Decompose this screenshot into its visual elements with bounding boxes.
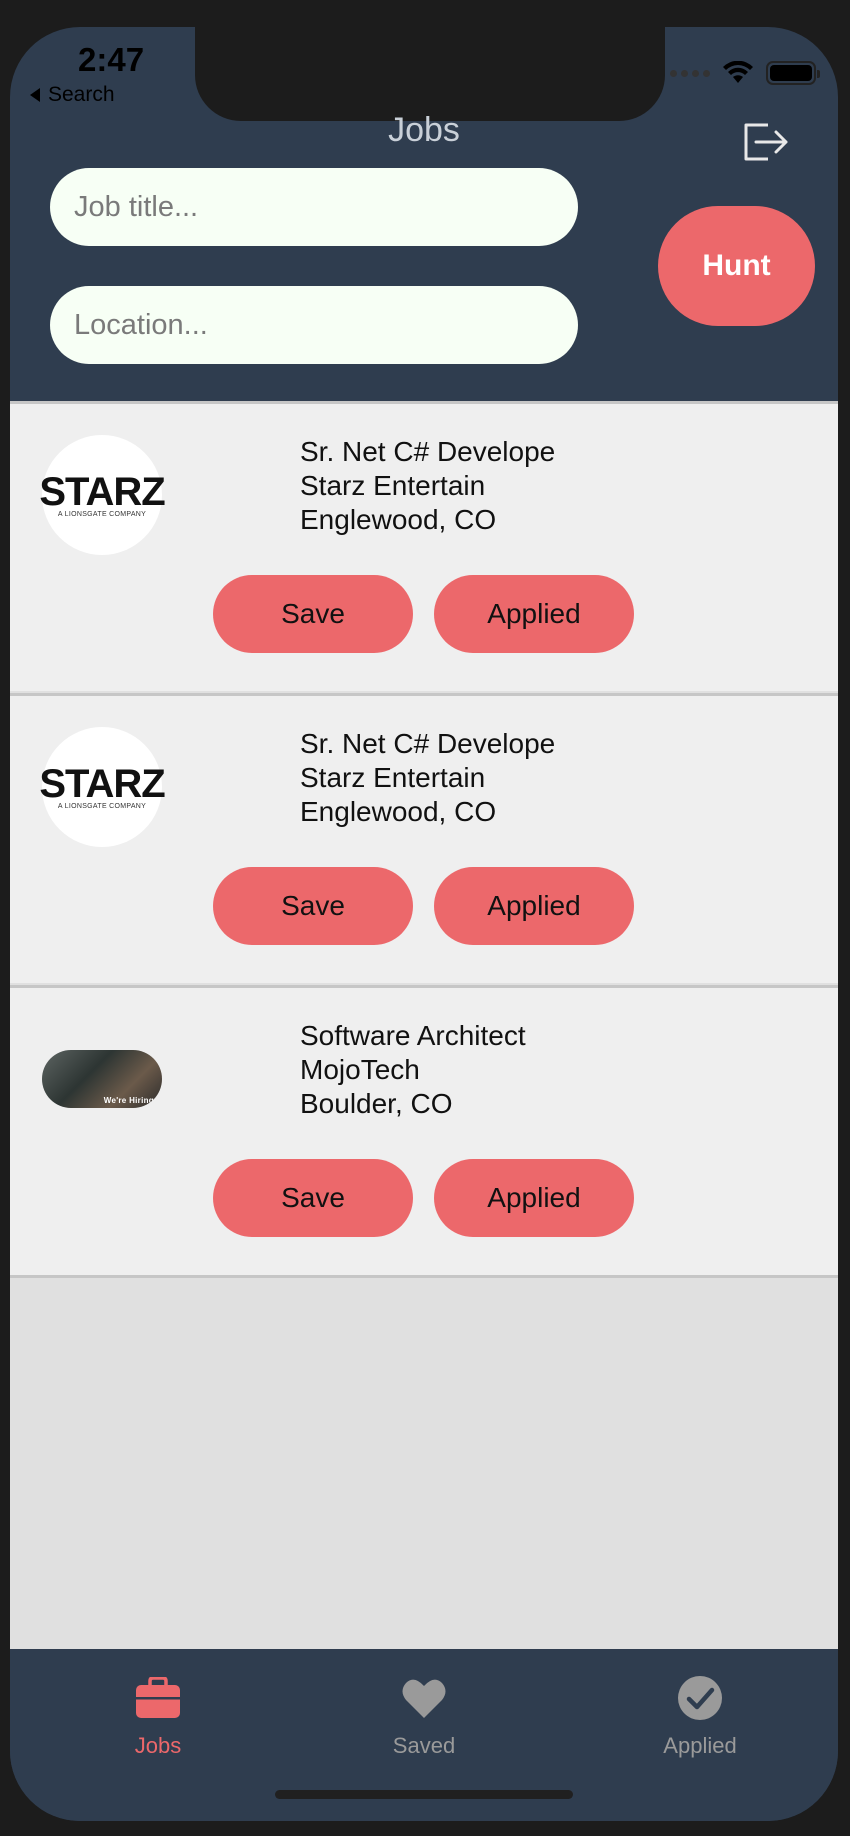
status-indicators — [670, 61, 820, 85]
job-location: Boulder, CO — [300, 1088, 453, 1119]
hunt-button[interactable]: Hunt — [658, 206, 815, 326]
tab-saved[interactable]: Saved — [324, 1671, 524, 1759]
phone-frame: 2:47 Search Jobs Hunt STARZ A LIONSGATE … — [10, 27, 838, 1821]
location-input[interactable] — [50, 286, 578, 364]
logo-subtext: A LIONSGATE COMPANY — [57, 802, 147, 810]
wifi-icon — [723, 61, 753, 83]
company-logo: STARZ A LIONSGATE COMPANY — [39, 727, 166, 847]
job-company: MojoTech — [300, 1054, 420, 1085]
save-button[interactable]: Save — [213, 575, 413, 653]
heart-icon — [402, 1679, 446, 1718]
applied-button[interactable]: Applied — [434, 867, 634, 945]
back-arrow-icon — [30, 88, 40, 102]
status-time: 2:47 — [78, 41, 145, 78]
tab-label: Applied — [663, 1733, 737, 1758]
logo-subtext: A LIONSGATE COMPANY — [57, 510, 147, 518]
logo-subtext: We're Hiring — [103, 1096, 154, 1105]
job-title: Software Architect — [300, 1020, 526, 1051]
save-button[interactable]: Save — [213, 867, 413, 945]
logout-icon[interactable] — [740, 117, 790, 167]
job-list: STARZ A LIONSGATE COMPANY Sr. Net C# Dev… — [10, 401, 838, 1649]
logo-mark: STARZ — [39, 761, 165, 806]
company-logo-photo: We're Hiring — [42, 1050, 162, 1108]
job-card: We're Hiring Software Architect MojoTech… — [10, 985, 838, 1278]
company-logo: STARZ A LIONSGATE COMPANY — [39, 435, 166, 555]
briefcase-icon — [136, 1677, 180, 1718]
home-indicator[interactable] — [275, 1790, 573, 1799]
save-button[interactable]: Save — [213, 1159, 413, 1237]
page-title: Jobs — [388, 111, 460, 149]
job-company: Starz Entertain — [300, 762, 486, 793]
back-to-search[interactable]: Search — [28, 83, 115, 107]
job-location: Englewood, CO — [300, 504, 497, 535]
tab-jobs[interactable]: Jobs — [58, 1671, 258, 1759]
job-location: Englewood, CO — [300, 796, 497, 827]
job-card: STARZ A LIONSGATE COMPANY Sr. Net C# Dev… — [10, 401, 838, 691]
tab-label: Jobs — [134, 1733, 182, 1758]
applied-button[interactable]: Applied — [434, 1159, 634, 1237]
logo-mark: STARZ — [39, 469, 165, 514]
checkmark-circle-icon — [678, 1676, 722, 1720]
cellular-signal-icon — [670, 69, 710, 77]
job-card: STARZ A LIONSGATE COMPANY Sr. Net C# Dev… — [10, 693, 838, 983]
tab-applied[interactable]: Applied — [600, 1671, 800, 1759]
job-title-input[interactable] — [50, 168, 578, 246]
applied-button[interactable]: Applied — [434, 575, 634, 653]
job-title: Sr. Net C# Develope — [300, 728, 556, 759]
battery-icon — [766, 61, 820, 85]
back-label: Search — [48, 83, 115, 106]
job-company: Starz Entertain — [300, 470, 486, 501]
tab-label: Saved — [392, 1733, 456, 1758]
notch — [195, 27, 665, 121]
job-title: Sr. Net C# Develope — [300, 436, 556, 467]
